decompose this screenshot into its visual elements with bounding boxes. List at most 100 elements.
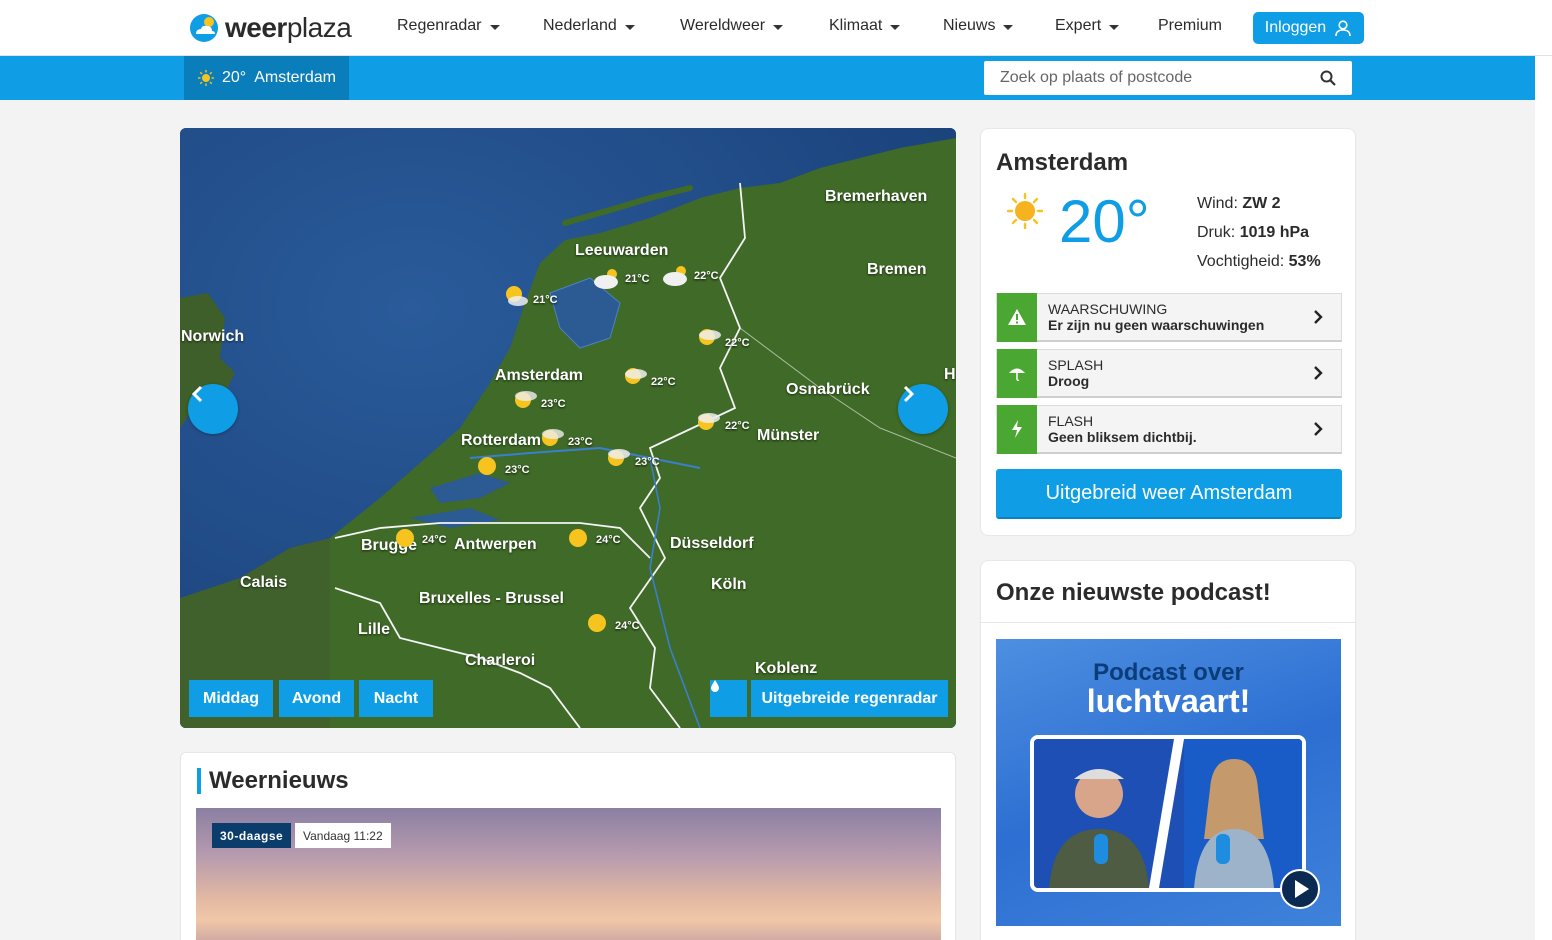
search-input[interactable] [1000, 69, 1300, 87]
extended-radar-button[interactable]: Uitgebreide regenradar [751, 680, 948, 717]
play-icon[interactable] [1280, 869, 1320, 909]
map-temperature: 24°C [615, 620, 640, 632]
map-city-label: H [944, 366, 956, 383]
map-city-label: Lille [358, 621, 391, 638]
sun-icon [569, 529, 587, 547]
alert-title: WAARSCHUWING [1048, 301, 1168, 317]
map-background [180, 128, 956, 728]
map-city-label: Norwich [181, 328, 245, 345]
cloudy-icon [663, 266, 687, 286]
nav-expert[interactable]: Expert [1055, 17, 1120, 35]
map-city-label: Charleroi [465, 652, 536, 669]
nav-klimaat[interactable]: Klimaat [829, 17, 901, 35]
alert-text: Er zijn nu geen waarschuwingen [1048, 317, 1265, 333]
radar-drop-button[interactable] [710, 680, 747, 717]
alert-title: SPLASH [1048, 357, 1104, 373]
extended-weather-button[interactable]: Uitgebreid weer Amsterdam [996, 469, 1342, 519]
map-midday-button[interactable]: Middag [189, 680, 273, 717]
map-city-label: Köln [711, 576, 747, 593]
alert-title: FLASH [1048, 413, 1094, 429]
location-city: Amsterdam [254, 69, 336, 86]
partly-cloudy-icon [515, 391, 537, 408]
map-temperature: 21°C [533, 294, 558, 306]
chevron-right-icon [1314, 366, 1323, 380]
map-next-button[interactable] [898, 384, 948, 434]
sun-icon [478, 457, 496, 475]
map-previous-button[interactable] [188, 384, 238, 434]
map-city-label: Rotterdam [461, 432, 542, 449]
map-city-label: Bremerhaven [825, 188, 928, 205]
nav-regenradar[interactable]: Regenradar [397, 17, 500, 35]
map-city-label: Koblenz [755, 660, 818, 677]
map-city-label: Antwerpen [454, 536, 537, 553]
user-icon [1335, 20, 1351, 37]
map-city-label: Düsseldorf [670, 535, 754, 552]
chevron-left-icon [191, 385, 203, 403]
weather-news-card: Weernieuws 30-daagse Vandaag 11:22 [180, 752, 956, 940]
chevron-down-icon [773, 24, 784, 30]
weather-map[interactable]: Bremerhaven Leeuwarden Bremen Norwich Am… [180, 128, 956, 728]
podcast-headline-bottom: luchtvaart! [1086, 683, 1251, 719]
map-temperature: 23°C [541, 398, 566, 410]
podcast-card: Onze nieuwste podcast! Podcast over luch… [980, 560, 1356, 940]
sun-icon [588, 614, 606, 632]
podcast-title: Onze nieuwste podcast! [996, 579, 1271, 606]
map-city-label: Calais [240, 574, 288, 591]
chevron-down-icon [489, 24, 500, 30]
cloudy-icon [594, 269, 618, 289]
current-weather-card: Amsterdam 20° Wind: ZW 2 Druk: 1019 hPa … [980, 128, 1356, 536]
partly-cloudy-icon [542, 429, 564, 446]
page-edge [1535, 56, 1552, 940]
sun-icon [198, 70, 214, 86]
humidity-stat: Vochtigheid: 53% [1197, 253, 1321, 270]
news-timestamp: Vandaag 11:22 [295, 823, 391, 848]
map-temperature: 23°C [635, 456, 660, 468]
lightning-icon [997, 404, 1037, 454]
chevron-down-icon [1003, 24, 1014, 30]
current-location-pill[interactable]: 20° Amsterdam [184, 56, 349, 100]
map-night-button[interactable]: Nacht [359, 680, 433, 717]
map-evening-button[interactable]: Avond [279, 680, 354, 717]
map-temperature: 24°C [596, 534, 621, 546]
map-city-label: Bremen [867, 261, 927, 278]
current-temperature: 20° [1059, 188, 1150, 255]
partly-cloudy-icon [698, 413, 720, 430]
map-city-label: Amsterdam [495, 367, 584, 384]
partly-cloudy-icon [506, 286, 528, 306]
nav-wereldweer[interactable]: Wereldweer [680, 17, 784, 35]
logo-icon [189, 13, 219, 43]
nav-nederland[interactable]: Nederland [543, 17, 635, 35]
news-category-badge: 30-daagse [212, 823, 292, 848]
chevron-right-icon [1314, 422, 1323, 436]
chevron-right-icon [903, 385, 915, 403]
search-box [984, 61, 1352, 95]
map-temperature: 22°C [651, 376, 676, 388]
news-section-title: Weernieuws [197, 768, 349, 794]
map-temperature: 24°C [422, 534, 447, 546]
nav-nieuws[interactable]: Nieuws [943, 17, 1014, 35]
weerplaza-logo[interactable]: weerplaza [189, 10, 352, 46]
search-icon[interactable] [1320, 70, 1336, 86]
current-city-title: Amsterdam [996, 149, 1129, 176]
nav-premium[interactable]: Premium [1158, 17, 1222, 35]
divider [981, 622, 1355, 623]
podcast-hosts-photo [1030, 735, 1306, 892]
chevron-down-icon [890, 24, 901, 30]
chevron-right-icon [1314, 310, 1323, 324]
warning-alert-row[interactable]: WAARSCHUWING Er zijn nu geen waarschuwing… [996, 292, 1342, 342]
map-temperature: 23°C [505, 464, 530, 476]
alert-text: Geen bliksem dichtbij. [1048, 429, 1197, 445]
flash-alert-row[interactable]: FLASH Geen bliksem dichtbij. [996, 404, 1342, 454]
sun-icon [396, 529, 414, 547]
partly-cloudy-icon [699, 329, 721, 345]
login-button[interactable]: Inloggen [1253, 12, 1364, 44]
map-temperature: 22°C [694, 270, 719, 282]
news-article-image[interactable]: 30-daagse Vandaag 11:22 [196, 808, 941, 940]
podcast-banner[interactable]: Podcast over luchtvaart! [996, 639, 1341, 926]
raindrop-icon [711, 680, 719, 692]
pressure-stat: Druk: 1019 hPa [1197, 224, 1310, 241]
chevron-down-icon [624, 24, 635, 30]
partly-cloudy-icon [625, 368, 647, 384]
splash-alert-row[interactable]: SPLASH Droog [996, 348, 1342, 398]
map-temperature: 21°C [625, 273, 650, 285]
